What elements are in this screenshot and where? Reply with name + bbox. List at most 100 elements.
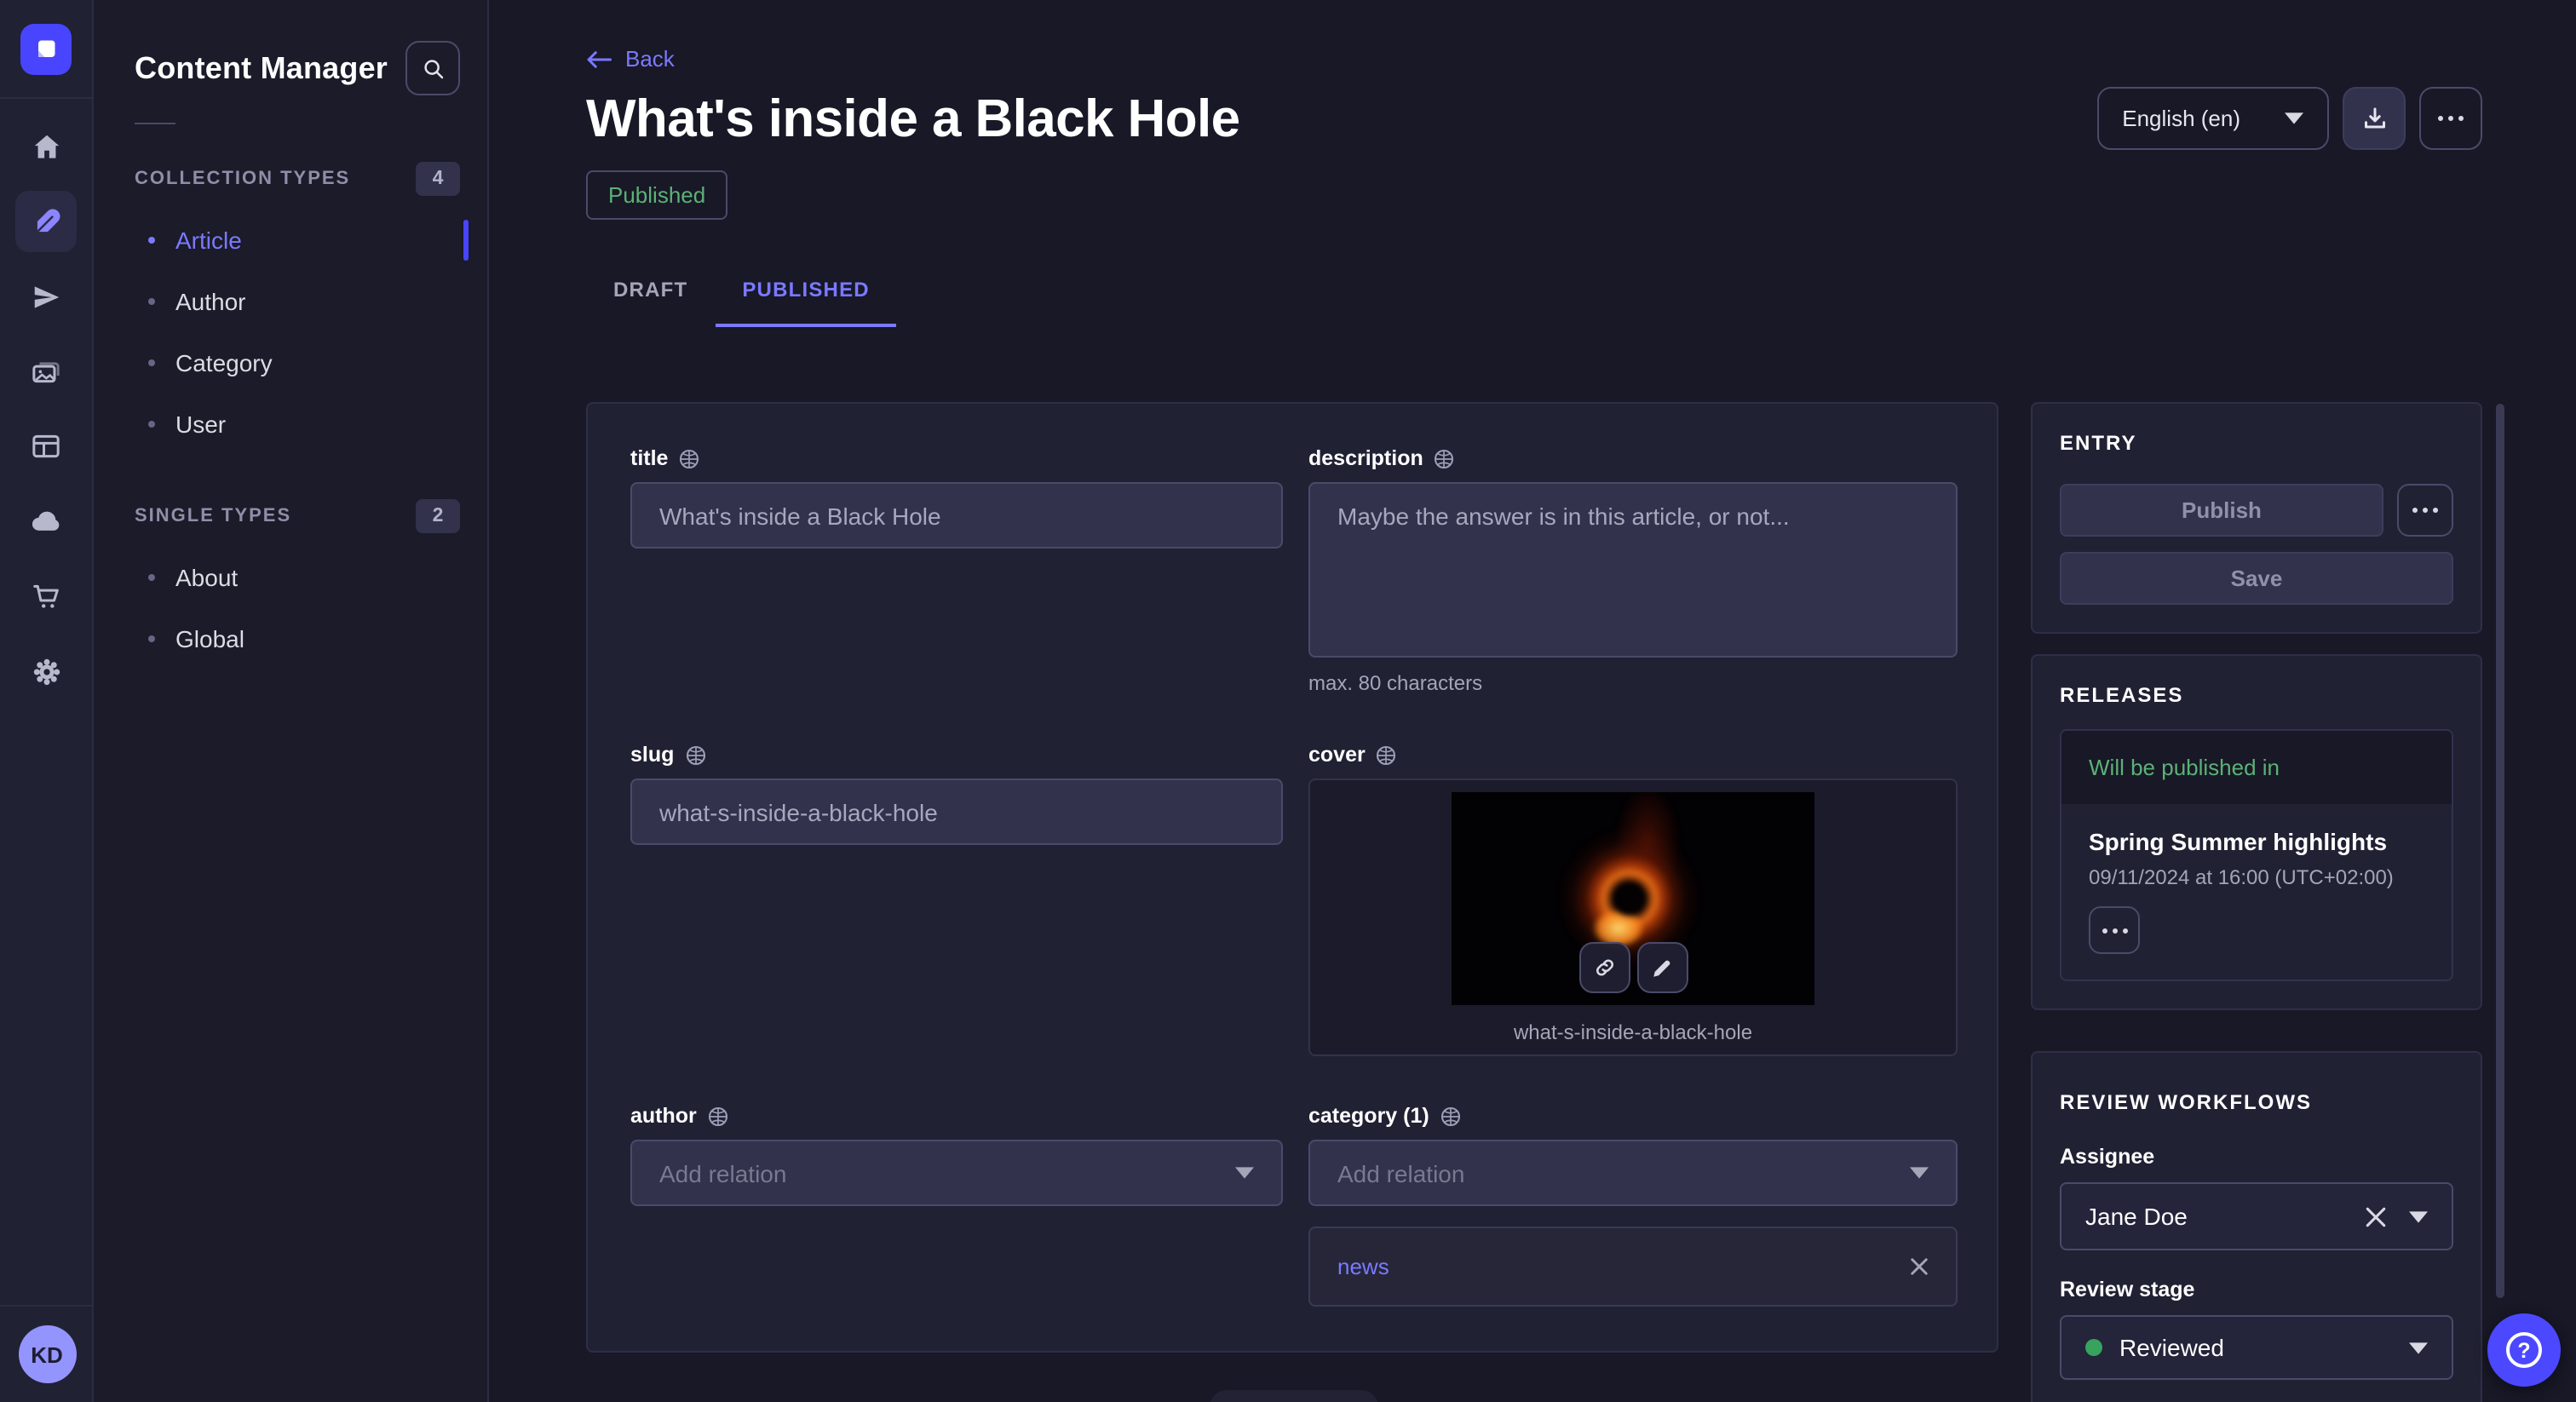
bullet-icon: [148, 635, 155, 642]
page-title: What's inside a Black Hole: [586, 82, 1240, 155]
user-avatar[interactable]: KD: [18, 1325, 76, 1383]
sidebar-item-author[interactable]: Author: [94, 271, 487, 332]
field-slug: slug what-s-inside-a-black-hole: [630, 743, 1283, 845]
settings-gear-icon[interactable]: [15, 641, 77, 702]
globe-icon: [1434, 447, 1456, 469]
ellipsis-icon: [2102, 928, 2127, 933]
field-author: author Add relation: [630, 1104, 1283, 1206]
releases-panel-title: RELEASES: [2060, 683, 2453, 707]
bullet-icon: [148, 421, 155, 428]
tab-published[interactable]: PUBLISHED: [715, 262, 897, 327]
title-input[interactable]: What's inside a Black Hole: [630, 482, 1283, 549]
collapsed-bottom-button[interactable]: [1210, 1390, 1378, 1402]
more-options-button[interactable]: [2419, 87, 2482, 150]
review-panel-title: REVIEW WORKFLOWS: [2060, 1090, 2453, 1114]
remove-relation-button[interactable]: [1910, 1257, 1929, 1276]
assignee-value: Jane Doe: [2085, 1203, 2188, 1230]
back-link[interactable]: Back: [586, 46, 675, 72]
cover-field-label: cover: [1308, 743, 1366, 767]
subnav-title: Content Manager: [135, 50, 388, 86]
title-field-label: title: [630, 446, 668, 470]
nav-rail: KD: [0, 0, 94, 1402]
back-arrow-icon: [586, 49, 612, 69]
single-types-count-badge: 2: [416, 499, 460, 533]
slug-field-label: slug: [630, 743, 674, 767]
release-name[interactable]: Spring Summer highlights: [2089, 828, 2424, 855]
rail-bottom-divider: [0, 1305, 94, 1307]
sidebar-item-about[interactable]: About: [94, 547, 487, 608]
sidebar-item-label: Global: [175, 625, 244, 652]
locale-select[interactable]: English (en): [2096, 87, 2329, 150]
assignee-combobox[interactable]: Jane Doe: [2060, 1182, 2453, 1250]
status-badge: Published: [586, 170, 727, 220]
app-window: KD Content Manager COLLECTION TYPES 4 Ar…: [0, 0, 2576, 1402]
category-relation-select[interactable]: Add relation: [1308, 1140, 1958, 1206]
sidebar-item-user[interactable]: User: [94, 394, 487, 455]
sidebar-item-article[interactable]: Article: [94, 210, 487, 271]
tab-draft[interactable]: DRAFT: [586, 262, 715, 327]
slug-input[interactable]: what-s-inside-a-black-hole: [630, 779, 1283, 845]
bullet-icon: [148, 574, 155, 581]
media-library-icon[interactable]: [15, 341, 77, 402]
bullet-icon: [148, 359, 155, 366]
category-placeholder: Add relation: [1337, 1159, 1464, 1187]
entry-more-button[interactable]: [2397, 484, 2453, 537]
content-manager-subnav: Content Manager COLLECTION TYPES 4 Artic…: [94, 0, 489, 1402]
ellipsis-icon: [2412, 508, 2438, 513]
release-more-button[interactable]: [2089, 906, 2140, 954]
release-card: Will be published in Spring Summer highl…: [2060, 729, 2453, 981]
field-category: category (1) Add relation news: [1308, 1104, 1958, 1307]
cloud-icon[interactable]: [15, 491, 77, 552]
publish-button[interactable]: Publish: [2060, 484, 2383, 537]
author-relation-select[interactable]: Add relation: [630, 1140, 1283, 1206]
description-field-label: description: [1308, 446, 1423, 470]
help-button[interactable]: ?: [2487, 1313, 2561, 1387]
locale-value: English (en): [2122, 106, 2240, 131]
sidebar-item-category[interactable]: Category: [94, 332, 487, 394]
copy-link-button[interactable]: [1578, 942, 1630, 993]
sidebar-item-label: Category: [175, 349, 273, 376]
field-title: title What's inside a Black Hole: [630, 446, 1283, 549]
description-textarea[interactable]: Maybe the answer is in this article, or …: [1308, 482, 1958, 658]
home-icon[interactable]: [15, 116, 77, 177]
bullet-icon: [148, 237, 155, 244]
search-button[interactable]: [405, 41, 460, 95]
stage-status-dot: [2085, 1339, 2102, 1356]
release-date: 09/11/2024 at 16:00 (UTC+02:00): [2089, 865, 2424, 889]
chevron-down-icon: [2285, 112, 2303, 124]
edit-image-button[interactable]: [1636, 942, 1688, 993]
author-field-label: author: [630, 1104, 697, 1128]
clear-icon[interactable]: [2365, 1205, 2387, 1227]
author-placeholder: Add relation: [659, 1159, 786, 1187]
releases-send-icon[interactable]: [15, 266, 77, 327]
relation-news-link[interactable]: news: [1337, 1254, 1389, 1279]
globe-icon: [1440, 1105, 1462, 1127]
entry-panel-title: ENTRY: [2060, 431, 2453, 455]
stage-value: Reviewed: [2119, 1334, 2224, 1361]
question-mark-icon: ?: [2506, 1332, 2542, 1368]
content-type-builder-icon[interactable]: [15, 416, 77, 477]
content-manager-icon[interactable]: [15, 191, 77, 252]
review-stage-label: Review stage: [2060, 1278, 2453, 1301]
save-button[interactable]: Save: [2060, 552, 2453, 605]
collection-types-label: COLLECTION TYPES: [135, 169, 350, 189]
field-cover: cover: [1308, 743, 1958, 1056]
entry-form-panel: title What's inside a Black Hole descrip…: [586, 402, 1998, 1353]
description-value: Maybe the answer is in this article, or …: [1337, 503, 1790, 530]
description-helper: max. 80 characters: [1308, 671, 1958, 695]
strapi-logo-icon: [31, 34, 61, 65]
right-sidebar: ENTRY Publish Save RELEASES Will be publ…: [2031, 402, 2482, 1402]
category-relation-item: news: [1308, 1227, 1958, 1307]
export-download-button[interactable]: [2343, 87, 2406, 150]
sidebar-item-global[interactable]: Global: [94, 608, 487, 669]
strapi-logo[interactable]: [20, 24, 72, 75]
scrollbar-thumb[interactable]: [2496, 404, 2504, 1298]
globe-icon: [678, 447, 700, 469]
download-icon: [2359, 103, 2389, 134]
marketplace-cart-icon[interactable]: [15, 566, 77, 627]
link-icon: [1592, 956, 1616, 980]
review-stage-select[interactable]: Reviewed: [2060, 1315, 2453, 1380]
sidebar-item-label: Article: [175, 227, 242, 254]
chevron-down-icon: [1235, 1167, 1254, 1179]
search-icon: [420, 55, 446, 81]
